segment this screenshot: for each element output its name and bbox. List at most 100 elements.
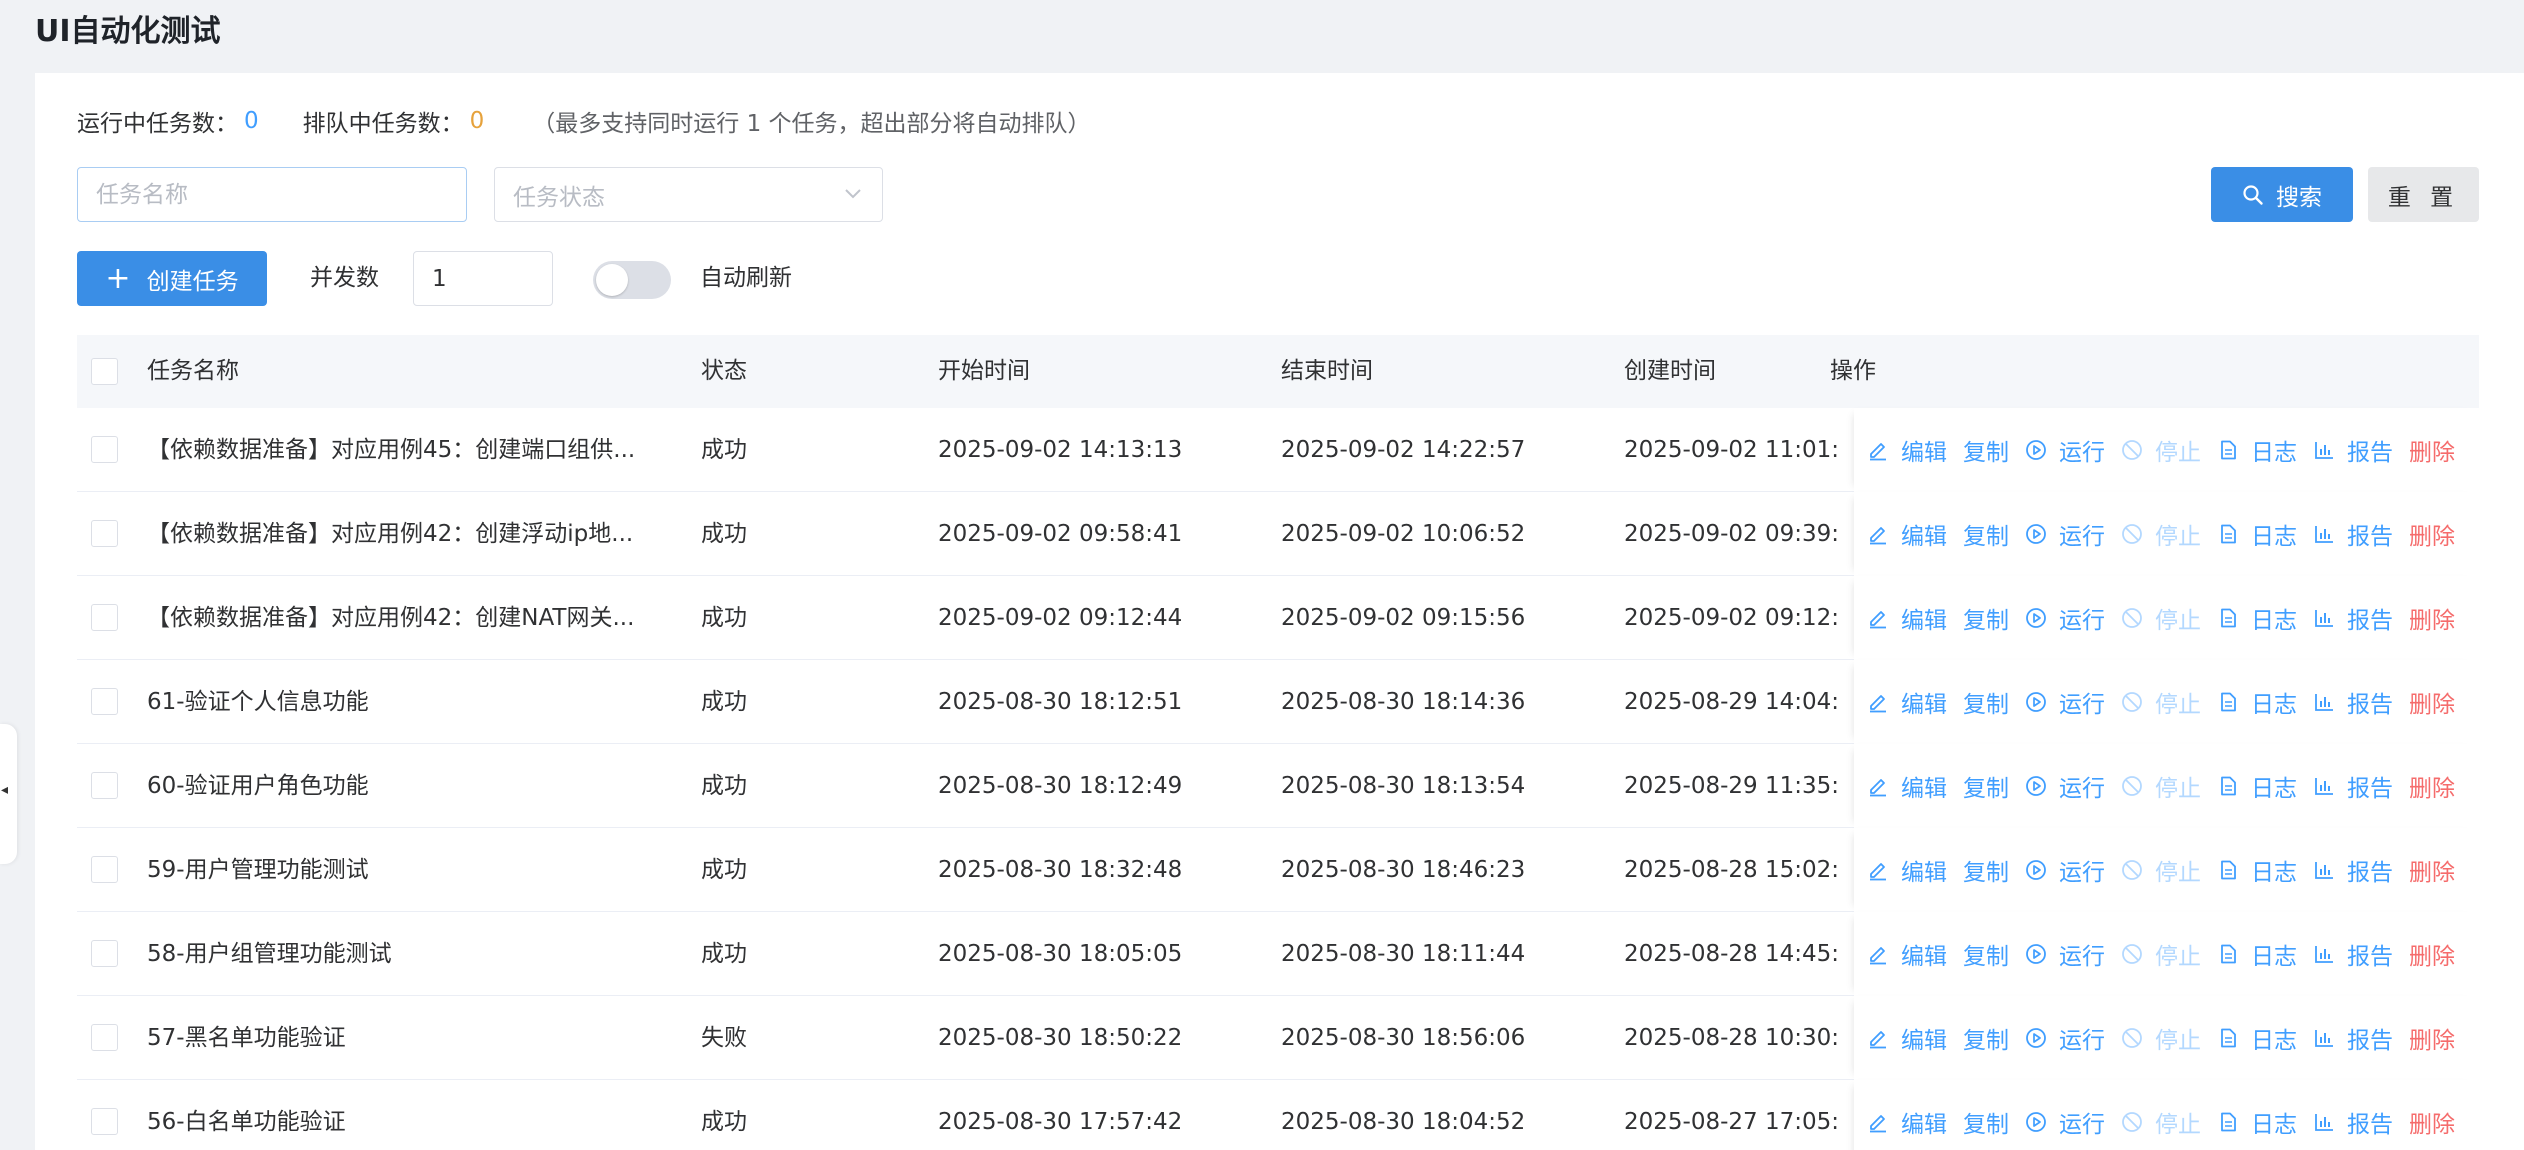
log-action[interactable]: 日志: [2217, 937, 2297, 971]
task-status: 成功: [701, 1109, 747, 1135]
run-action[interactable]: 运行: [2025, 853, 2105, 887]
stop-action[interactable]: 停止: [2121, 1105, 2201, 1139]
copy-action[interactable]: 复制: [1963, 517, 2009, 551]
report-action[interactable]: 报告: [2313, 517, 2393, 551]
copy-action[interactable]: 复制: [1963, 601, 2009, 635]
task-status-select[interactable]: 任务状态: [494, 167, 883, 222]
edit-action[interactable]: 编辑: [1867, 685, 1947, 719]
stop-action[interactable]: 停止: [2121, 853, 2201, 887]
report-action[interactable]: 报告: [2313, 433, 2393, 467]
ban-icon: [2122, 608, 2142, 628]
run-action[interactable]: 运行: [2025, 937, 2105, 971]
create-task-button[interactable]: + 创建任务: [77, 251, 267, 306]
log-label: 日志: [2251, 608, 2297, 634]
row-checkbox[interactable]: [91, 772, 118, 799]
run-action[interactable]: 运行: [2025, 1105, 2105, 1139]
row-actions: 编辑 复制 运行 停止 日志 报告 删除: [1854, 912, 2479, 996]
copy-action[interactable]: 复制: [1963, 937, 2009, 971]
copy-action[interactable]: 复制: [1963, 1021, 2009, 1055]
concurrency-input[interactable]: [413, 251, 553, 306]
table-row: 【依赖数据准备】对应用例42：创建浮动ip地... 成功 2025-09-02 …: [77, 492, 2479, 576]
report-action[interactable]: 报告: [2313, 685, 2393, 719]
stop-action[interactable]: 停止: [2121, 769, 2201, 803]
row-checkbox[interactable]: [91, 520, 118, 547]
bar-chart-icon: [2315, 610, 2333, 627]
report-action[interactable]: 报告: [2313, 1105, 2393, 1139]
delete-action[interactable]: 删除: [2409, 1021, 2455, 1055]
delete-action[interactable]: 删除: [2409, 517, 2455, 551]
edit-action[interactable]: 编辑: [1867, 601, 1947, 635]
row-checkbox[interactable]: [91, 940, 118, 967]
stop-action[interactable]: 停止: [2121, 433, 2201, 467]
copy-action[interactable]: 复制: [1963, 853, 2009, 887]
sidebar-collapse-handle[interactable]: ◂: [0, 724, 17, 864]
copy-action[interactable]: 复制: [1963, 685, 2009, 719]
delete-action[interactable]: 删除: [2409, 433, 2455, 467]
log-action[interactable]: 日志: [2217, 517, 2297, 551]
run-action[interactable]: 运行: [2025, 433, 2105, 467]
stop-action[interactable]: 停止: [2121, 1021, 2201, 1055]
task-name: 【依赖数据准备】对应用例42：创建NAT网关...: [147, 605, 635, 631]
row-checkbox[interactable]: [91, 1108, 118, 1135]
report-label: 报告: [2347, 692, 2393, 718]
run-action[interactable]: 运行: [2025, 601, 2105, 635]
run-action[interactable]: 运行: [2025, 517, 2105, 551]
edit-label: 编辑: [1901, 1028, 1947, 1054]
auto-refresh-toggle[interactable]: [593, 261, 671, 299]
edit-action[interactable]: 编辑: [1867, 1021, 1947, 1055]
delete-action[interactable]: 删除: [2409, 1105, 2455, 1139]
column-header-end: 结束时间: [1281, 358, 1373, 384]
start-time: 2025-08-30 18:12:51: [938, 689, 1183, 715]
table-header: 任务名称 状态 开始时间 结束时间 创建时间 操作: [77, 335, 2479, 408]
report-action[interactable]: 报告: [2313, 853, 2393, 887]
delete-action[interactable]: 删除: [2409, 601, 2455, 635]
row-checkbox[interactable]: [91, 856, 118, 883]
row-checkbox[interactable]: [91, 436, 118, 463]
stop-action[interactable]: 停止: [2121, 685, 2201, 719]
copy-label: 复制: [1963, 860, 2009, 886]
delete-action[interactable]: 删除: [2409, 937, 2455, 971]
delete-action[interactable]: 删除: [2409, 685, 2455, 719]
log-action[interactable]: 日志: [2217, 1021, 2297, 1055]
copy-action[interactable]: 复制: [1963, 769, 2009, 803]
task-name-input[interactable]: [77, 167, 467, 222]
select-all-checkbox[interactable]: [91, 358, 118, 385]
edit-action[interactable]: 编辑: [1867, 937, 1947, 971]
report-label: 报告: [2347, 608, 2393, 634]
log-action[interactable]: 日志: [2217, 601, 2297, 635]
run-action[interactable]: 运行: [2025, 769, 2105, 803]
row-checkbox[interactable]: [91, 604, 118, 631]
edit-action[interactable]: 编辑: [1867, 769, 1947, 803]
report-action[interactable]: 报告: [2313, 937, 2393, 971]
toggle-knob: [596, 264, 628, 296]
log-action[interactable]: 日志: [2217, 685, 2297, 719]
run-action[interactable]: 运行: [2025, 685, 2105, 719]
log-label: 日志: [2251, 1112, 2297, 1138]
log-action[interactable]: 日志: [2217, 1105, 2297, 1139]
edit-action[interactable]: 编辑: [1867, 433, 1947, 467]
row-checkbox[interactable]: [91, 688, 118, 715]
stop-action[interactable]: 停止: [2121, 517, 2201, 551]
row-checkbox[interactable]: [91, 1024, 118, 1051]
report-action[interactable]: 报告: [2313, 769, 2393, 803]
delete-action[interactable]: 删除: [2409, 853, 2455, 887]
report-action[interactable]: 报告: [2313, 601, 2393, 635]
stop-action[interactable]: 停止: [2121, 601, 2201, 635]
created-time: 2025-09-02 09:12:: [1624, 605, 1840, 631]
delete-action[interactable]: 删除: [2409, 769, 2455, 803]
log-action[interactable]: 日志: [2217, 853, 2297, 887]
edit-action[interactable]: 编辑: [1867, 517, 1947, 551]
copy-action[interactable]: 复制: [1963, 1105, 2009, 1139]
edit-action[interactable]: 编辑: [1867, 1105, 1947, 1139]
report-action[interactable]: 报告: [2313, 1021, 2393, 1055]
run-action[interactable]: 运行: [2025, 1021, 2105, 1055]
edit-action[interactable]: 编辑: [1867, 853, 1947, 887]
search-button[interactable]: 搜索: [2211, 167, 2353, 222]
copy-action[interactable]: 复制: [1963, 433, 2009, 467]
log-action[interactable]: 日志: [2217, 769, 2297, 803]
log-action[interactable]: 日志: [2217, 433, 2297, 467]
stop-action[interactable]: 停止: [2121, 937, 2201, 971]
reset-button[interactable]: 重 置: [2368, 167, 2479, 222]
row-actions: 编辑 复制 运行 停止 日志 报告 删除: [1854, 408, 2479, 492]
table-row: 【依赖数据准备】对应用例42：创建NAT网关... 成功 2025-09-02 …: [77, 576, 2479, 660]
